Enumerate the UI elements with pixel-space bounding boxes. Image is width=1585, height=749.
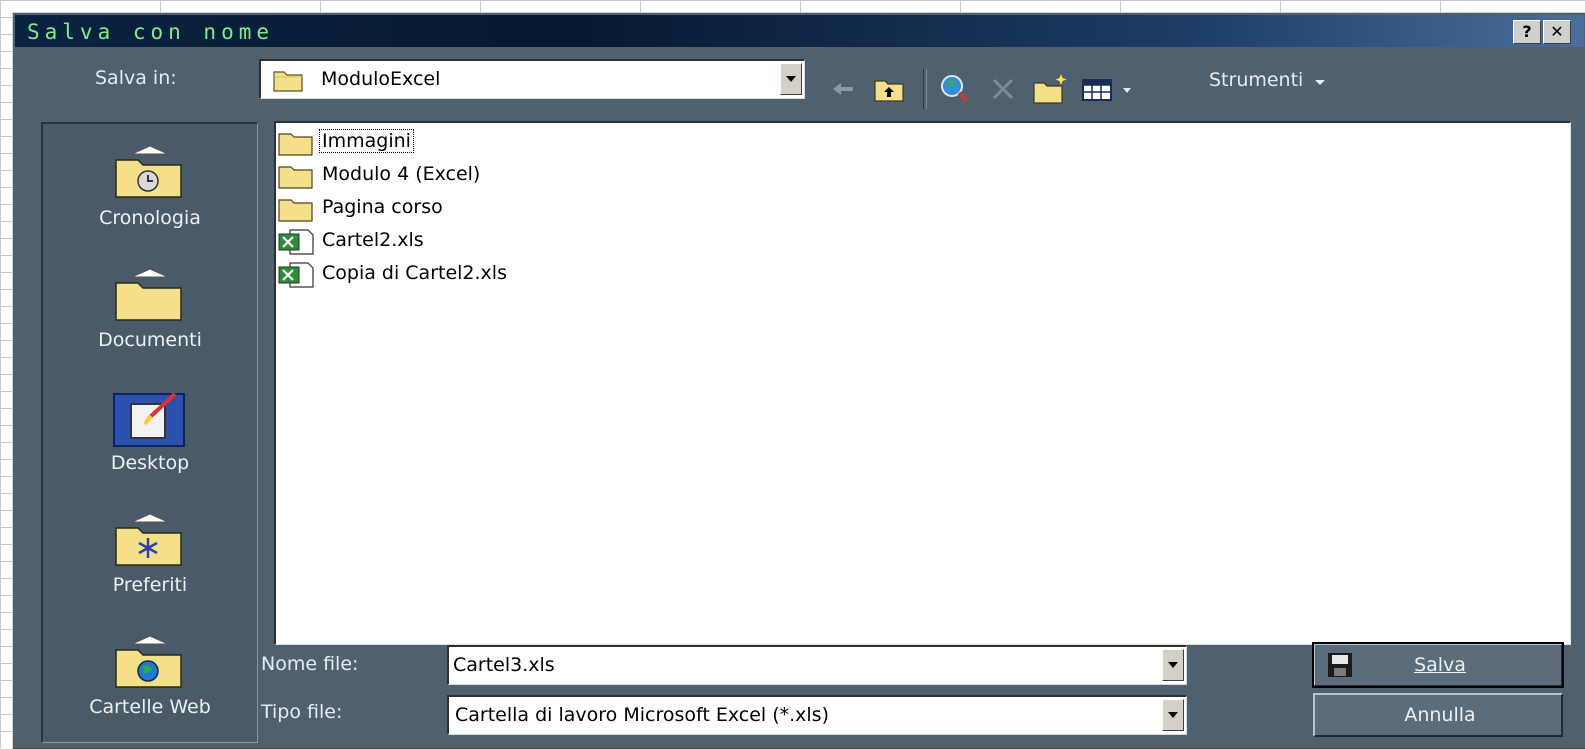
filetype-select[interactable]: Cartella di lavoro Microsoft Excel (*.xl… <box>447 695 1187 735</box>
favorites-folder-icon <box>115 513 182 566</box>
save-button-label: Salva <box>1414 654 1466 676</box>
dialog-title: Salva con nome <box>27 20 275 44</box>
file-name: Modulo 4 (Excel) <box>322 163 481 185</box>
place-label: Preferiti <box>112 574 188 596</box>
close-button[interactable]: ✕ <box>1543 20 1571 44</box>
views-button[interactable] <box>1079 71 1137 107</box>
file-name: Immagini <box>319 129 414 153</box>
save-button[interactable]: Salva <box>1312 642 1564 688</box>
file-name: Cartel2.xls <box>322 229 424 251</box>
current-folder-name: ModuloExcel <box>321 68 441 90</box>
folder-up-icon <box>874 80 904 102</box>
folder-icon <box>278 133 313 156</box>
place-label: Cartelle Web <box>89 696 211 718</box>
save-in-dropdown-button[interactable] <box>780 63 802 95</box>
title-bar[interactable]: Salva con nome ? ✕ <box>15 15 1584 47</box>
up-one-level-button[interactable] <box>871 71 907 107</box>
filename-input[interactable] <box>453 651 1153 679</box>
place-label: Cronologia <box>99 207 201 229</box>
delete-button[interactable] <box>985 71 1021 107</box>
new-folder-button[interactable] <box>1031 71 1067 107</box>
my-documents-folder-icon <box>115 268 182 321</box>
folder-icon <box>273 71 303 92</box>
excel-file-icon <box>278 262 314 288</box>
save-in-label: Salva in: <box>95 67 177 89</box>
tools-menu-label: Strumenti <box>1209 69 1304 91</box>
file-name: Copia di Cartel2.xls <box>322 262 507 284</box>
filename-dropdown-button[interactable] <box>1162 649 1184 681</box>
place-label: Documenti <box>98 329 202 351</box>
filename-field[interactable] <box>447 645 1187 685</box>
tools-menu-button[interactable]: Strumenti <box>1209 69 1326 99</box>
delete-x-icon <box>992 78 1014 100</box>
filetype-dropdown-button[interactable] <box>1162 699 1184 731</box>
file-name: Pagina corso <box>322 196 443 218</box>
cancel-button-label: Annulla <box>1404 704 1476 726</box>
place-label: Desktop <box>110 452 190 474</box>
cancel-button[interactable]: Annulla <box>1313 693 1563 737</box>
filetype-value: Cartella di lavoro Microsoft Excel (*.xl… <box>455 704 829 726</box>
desktop-icon <box>113 392 185 447</box>
file-list[interactable]: Immagini Modulo 4 (Excel) Pagina corso C… <box>274 121 1571 645</box>
views-grid-icon <box>1082 79 1131 101</box>
filename-label: Nome file: <box>261 653 359 675</box>
save-as-dialog: Salva con nome ? ✕ Salva in: ModuloExcel <box>12 12 1585 749</box>
places-bar: Cronologia Documenti Desktop Preferiti C… <box>41 122 258 743</box>
search-web-button[interactable] <box>937 71 973 107</box>
history-folder-icon <box>115 145 182 198</box>
web-folders-icon <box>115 635 182 688</box>
toolbar-separator <box>923 69 927 109</box>
filetype-label: Tipo file: <box>261 701 343 723</box>
back-button[interactable] <box>825 71 861 107</box>
new-folder-icon <box>1033 74 1067 104</box>
help-button[interactable]: ? <box>1513 20 1541 44</box>
excel-file-icon <box>278 229 314 255</box>
save-in-combo[interactable]: ModuloExcel <box>259 59 805 99</box>
folder-icon <box>278 199 313 222</box>
chevron-down-icon <box>1315 80 1326 85</box>
search-web-icon <box>941 75 969 103</box>
folder-icon <box>278 166 313 189</box>
back-arrow-icon <box>833 83 853 95</box>
